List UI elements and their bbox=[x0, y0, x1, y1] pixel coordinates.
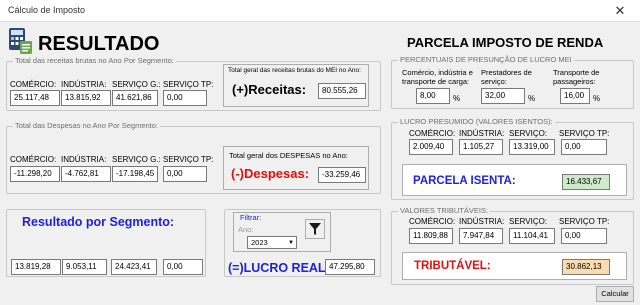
filtro-label: Filtrar: bbox=[238, 213, 264, 222]
despesas-total-field[interactable]: -33.259,46 bbox=[318, 167, 366, 183]
tributaveis-servico-field[interactable]: 11.104,41 bbox=[509, 228, 555, 244]
lucro-presumido-group-label: LUCRO PRESUMIDO (VALORES ISENTOS): bbox=[398, 117, 555, 126]
resultado-servico-tp-field[interactable]: 0,00 bbox=[163, 259, 203, 275]
window-title: Cálculo de Imposto bbox=[8, 5, 86, 15]
receitas-comercio-field[interactable]: 25.117,48 bbox=[10, 90, 60, 106]
close-icon[interactable]: ✕ bbox=[600, 0, 640, 22]
ano-select-value: 2023 bbox=[251, 238, 268, 247]
percent-transporte-field[interactable]: 16,00 bbox=[560, 88, 590, 104]
receitas-comercio-label: COMÉRCIO: bbox=[10, 80, 57, 89]
ano-select[interactable]: 2023 ▼ bbox=[247, 236, 297, 249]
presumido-servico-field[interactable]: 13.319,00 bbox=[509, 139, 555, 155]
lucro-real-label: (=)LUCRO REAL: bbox=[228, 261, 330, 275]
tributaveis-comercio-field[interactable]: 11.809,88 bbox=[409, 228, 453, 244]
percent-sign-3: % bbox=[593, 94, 601, 103]
despesas-servico-g-field[interactable]: -17.198,45 bbox=[112, 166, 158, 182]
despesas-servico-tp-label: SERVIÇO TP: bbox=[163, 155, 214, 164]
receitas-servico-g-label: SERVIÇO G.: bbox=[112, 80, 161, 89]
presumido-comercio-label: COMÉRCIO: bbox=[409, 129, 456, 138]
presumido-servico-label: SERVIÇO: bbox=[509, 129, 548, 138]
receitas-group-label: Total das receitas brutas no Ano Por Seg… bbox=[13, 56, 176, 65]
chevron-down-icon: ▼ bbox=[288, 240, 294, 246]
funnel-icon bbox=[309, 223, 321, 235]
parcela-title: PARCELA IMPOSTO DE RENDA bbox=[407, 35, 604, 50]
receitas-servico-tp-label: SERVIÇO TP: bbox=[163, 80, 214, 89]
resultado-industria-field[interactable]: 9.053,11 bbox=[62, 259, 107, 275]
presumido-industria-field[interactable]: 1.105,27 bbox=[459, 139, 503, 155]
tributaveis-servico-label: SERVIÇO: bbox=[509, 217, 548, 226]
percent-servico-label: Prestadores de serviço: bbox=[481, 68, 532, 86]
percentuais-group-label: PERCENTUAIS DE PRESUNÇÃO DE LUCRO MEI bbox=[398, 55, 574, 64]
tributaveis-servico-tp-field[interactable]: 0,00 bbox=[561, 228, 607, 244]
receitas-industria-label: INDÚSTRIA: bbox=[61, 80, 107, 89]
tributavel-field[interactable]: 30.862,13 bbox=[562, 259, 610, 275]
tributaveis-industria-field[interactable]: 7.947,84 bbox=[459, 228, 503, 244]
receitas-servico-g-field[interactable]: 41.621,86 bbox=[112, 90, 158, 106]
tributaveis-group-label: VALORES TRIBUTÁVEIS: bbox=[398, 206, 491, 215]
percent-comercio-field[interactable]: 8,00 bbox=[416, 88, 450, 104]
parcela-isenta-field[interactable]: 16.433,67 bbox=[562, 174, 610, 190]
tributaveis-servico-tp-label: SERVIÇO TP: bbox=[559, 217, 610, 226]
percent-transporte-label: Transporte de passageiros: bbox=[553, 68, 600, 86]
receitas-total-label: (+)Receitas: bbox=[232, 82, 307, 97]
presumido-servico-tp-field[interactable]: 0,00 bbox=[561, 139, 607, 155]
parcela-isenta-label: PARCELA ISENTA: bbox=[413, 175, 516, 187]
tributavel-label: TRIBUTÁVEL: bbox=[414, 260, 491, 272]
resultado-title: Resultado por Segmento: bbox=[22, 215, 175, 229]
filter-button[interactable] bbox=[305, 219, 325, 239]
title-bar: Cálculo de Imposto ✕ bbox=[0, 0, 640, 22]
despesas-comercio-field[interactable]: -11.298,20 bbox=[10, 166, 60, 182]
presumido-servico-tp-label: SERVIÇO TP: bbox=[559, 129, 610, 138]
presumido-comercio-field[interactable]: 2.009,40 bbox=[409, 139, 453, 155]
ano-label: Ano: bbox=[238, 225, 254, 234]
despesas-servico-tp-field[interactable]: 0,00 bbox=[163, 166, 207, 182]
despesas-servico-g-label: SERVIÇO G.: bbox=[112, 155, 161, 164]
despesas-comercio-label: COMÉRCIO: bbox=[10, 155, 57, 164]
percent-servico-field[interactable]: 32,00 bbox=[481, 88, 525, 104]
receitas-total-field[interactable]: 80.555,26 bbox=[318, 83, 366, 99]
despesas-total-caption: Total geral dos DESPESAS no Ano: bbox=[229, 151, 348, 160]
despesas-industria-field[interactable]: -4.762,81 bbox=[61, 166, 111, 182]
tributaveis-comercio-label: COMÉRCIO: bbox=[409, 217, 456, 226]
resultado-comercio-field[interactable]: 13.819,28 bbox=[11, 259, 61, 275]
percent-comercio-label: Comércio, indústria e transporte de carg… bbox=[402, 68, 473, 86]
despesas-industria-label: INDÚSTRIA: bbox=[61, 155, 107, 164]
page-title: RESULTADO bbox=[38, 33, 160, 55]
calcular-button[interactable]: Calcular bbox=[596, 286, 634, 302]
lucro-real-field[interactable]: 47.295,80 bbox=[325, 259, 375, 275]
percent-sign-2: % bbox=[528, 94, 536, 103]
resultado-servico-g-field[interactable]: 24.423,41 bbox=[111, 259, 157, 275]
percent-sign-1: % bbox=[453, 94, 461, 103]
presumido-industria-label: INDÚSTRIA: bbox=[459, 129, 505, 138]
despesas-group-label: Total das Despesas no Ano Por Segmento: bbox=[13, 121, 161, 130]
tributaveis-industria-label: INDÚSTRIA: bbox=[459, 217, 505, 226]
receitas-industria-field[interactable]: 13.815,92 bbox=[61, 90, 111, 106]
despesas-total-label: (-)Despesas: bbox=[231, 166, 310, 181]
receitas-total-caption: Total geral das receitas brutas do MEI n… bbox=[228, 67, 361, 74]
calculator-icon bbox=[9, 28, 32, 54]
receitas-servico-tp-field[interactable]: 0,00 bbox=[163, 90, 207, 106]
